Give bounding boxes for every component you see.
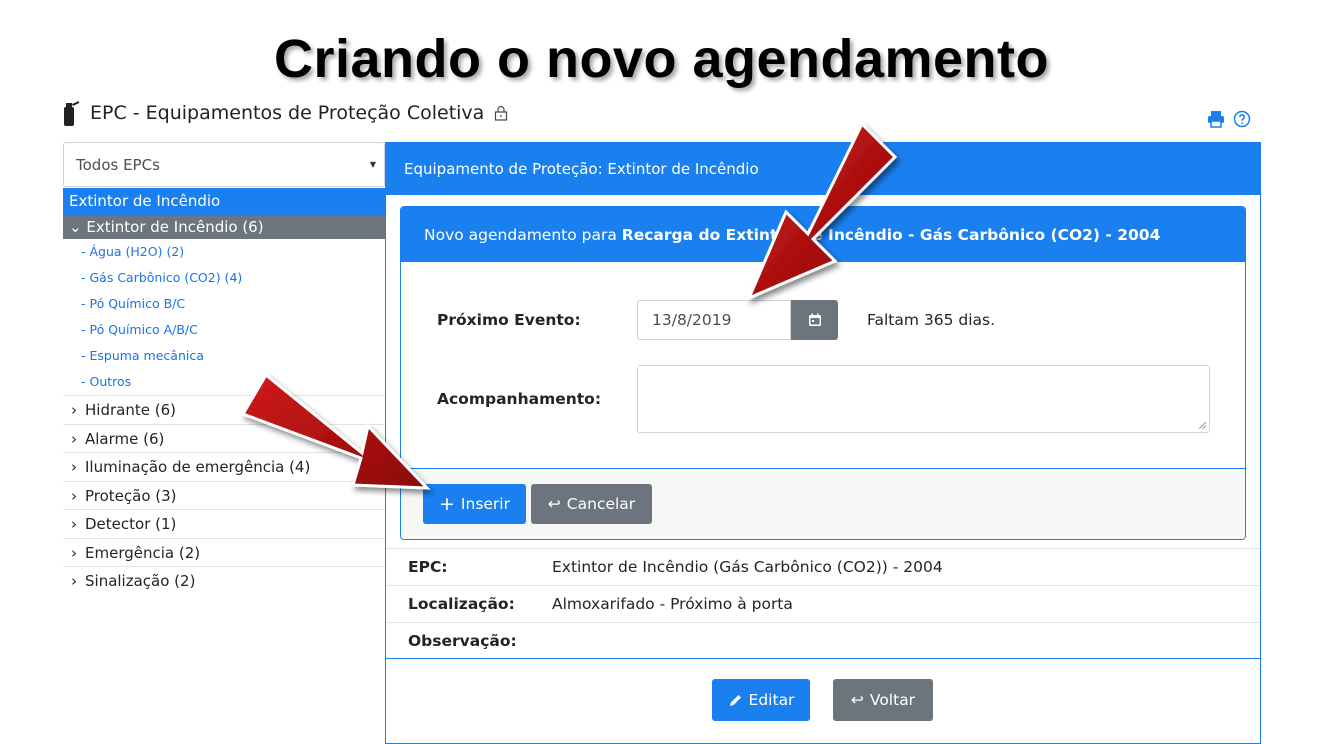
sidebar-subitem[interactable]: - Outros [63, 369, 385, 395]
card-footer: + Inserir ↩ Cancelar [401, 468, 1245, 539]
info-row-observacao: Observação: [386, 622, 1260, 659]
info-value: Extintor de Incêndio (Gás Carbônico (CO2… [552, 558, 943, 576]
sidebar-group-label: Hidrante (6) [85, 401, 176, 419]
cancelar-button[interactable]: ↩ Cancelar [531, 484, 652, 524]
voltar-button[interactable]: ↩ Voltar [833, 679, 933, 721]
caret-down-icon: ▼ [369, 160, 376, 169]
card-header: Novo agendamento para Recarga do Extinto… [401, 207, 1245, 262]
proximo-evento-label: Próximo Evento: [437, 311, 581, 329]
editar-label: Editar [748, 691, 795, 709]
voltar-label: Voltar [869, 691, 916, 709]
acompanhamento-row: Acompanhamento: [401, 365, 1245, 433]
sidebar-group-item[interactable]: › Emergência (2) [63, 537, 385, 567]
sidebar-group-active[interactable]: ⌄ Extintor de Incêndio (6) [63, 215, 385, 239]
chevron-right-icon: › [71, 458, 77, 476]
main-panel: Equipamento de Proteção: Extintor de Inc… [385, 142, 1261, 744]
sidebar-group-label: Proteção (3) [85, 486, 177, 505]
sidebar-group-label: Detector (1) [85, 515, 177, 533]
sidebar-group-label: Iluminação de emergência (4) [85, 458, 311, 476]
acompanhamento-textarea[interactable] [637, 365, 1210, 433]
chevron-right-icon: › [71, 429, 77, 448]
sidebar-group-item[interactable]: › Iluminação de emergência (4) [63, 452, 385, 481]
info-row-epc: EPC: Extintor de Incêndio (Gás Carbônico… [386, 548, 1260, 585]
print-icon[interactable] [1207, 110, 1225, 128]
sidebar-group-item[interactable]: › Detector (1) [63, 509, 385, 538]
lock-icon[interactable] [494, 105, 508, 121]
info-value: Almoxarifado - Próximo à porta [552, 595, 793, 613]
inserir-button[interactable]: + Inserir [423, 484, 526, 524]
sidebar-group-label: Extintor de Incêndio (6) [86, 218, 264, 236]
sidebar: Todos EPCs ▼ Extintor de Incêndio ⌄ Exti… [63, 142, 385, 595]
proximo-evento-row: Próximo Evento: 13/8/2019 Faltam 365 dia… [401, 300, 1245, 340]
sidebar-subitem[interactable]: - Espuma mecânica [63, 343, 385, 369]
info-label: Observação: [408, 631, 517, 650]
sidebar-group-label: Alarme (6) [85, 429, 165, 448]
chevron-right-icon: › [71, 543, 77, 562]
sidebar-group-item[interactable]: › Proteção (3) [63, 480, 385, 510]
resize-grip-icon[interactable] [1198, 421, 1206, 429]
sidebar-subitem[interactable]: - Gás Carbônico (CO2) (4) [63, 265, 385, 291]
info-table: EPC: Extintor de Incêndio (Gás Carbônico… [386, 548, 1260, 659]
calendar-icon [808, 313, 821, 326]
days-remaining-text: Faltam 365 dias. [867, 311, 996, 329]
app-header: EPC - Equipamentos de Proteção Coletiva [60, 96, 508, 130]
return-icon: ↩ [850, 691, 864, 709]
card-title-prefix: Novo agendamento para [424, 225, 622, 244]
sidebar-subitem[interactable]: - Pó Químico B/C [63, 291, 385, 317]
schedule-card: Novo agendamento para Recarga do Extinto… [400, 206, 1246, 540]
top-toolbar [1207, 110, 1251, 128]
page-title: EPC - Equipamentos de Proteção Coletiva [90, 102, 485, 124]
info-label: EPC: [408, 558, 448, 576]
main-header: Equipamento de Proteção: Extintor de Inc… [386, 143, 1260, 195]
return-icon: ↩ [547, 495, 561, 513]
inserir-label: Inserir [460, 495, 510, 513]
info-row-localizacao: Localização: Almoxarifado - Próximo à po… [386, 585, 1260, 622]
chevron-right-icon: › [71, 572, 77, 590]
chevron-right-icon: › [71, 401, 77, 419]
epc-filter-select[interactable]: Todos EPCs ▼ [63, 142, 385, 187]
sidebar-group-item[interactable]: › Alarme (6) [63, 423, 385, 453]
chevron-right-icon: › [71, 515, 77, 533]
sidebar-group-label: Sinalização (2) [85, 572, 196, 590]
sidebar-subitem[interactable]: - Pó Químico A/B/C [63, 317, 385, 343]
sidebar-group-label: Emergência (2) [85, 543, 201, 562]
card-title-bold: Recarga do Extintor de Incêndio - Gás Ca… [621, 225, 1161, 244]
calendar-button[interactable] [791, 300, 838, 340]
sidebar-group-item[interactable]: › Sinalização (2) [63, 566, 385, 595]
sidebar-subitem[interactable]: - Água (H2O) (2) [63, 239, 385, 265]
extinguisher-icon [64, 101, 79, 126]
help-icon[interactable] [1233, 110, 1251, 128]
plus-icon: + [439, 493, 455, 515]
acompanhamento-label: Acompanhamento: [437, 390, 602, 408]
chevron-down-icon: ⌄ [69, 218, 82, 236]
sidebar-category-header[interactable]: Extintor de Incêndio [63, 188, 385, 215]
pencil-icon [729, 694, 741, 706]
info-label: Localização: [408, 595, 515, 613]
sidebar-group-item[interactable]: › Hidrante (6) [63, 395, 385, 424]
slide-title: Criando o novo agendamento [273, 29, 1050, 89]
chevron-right-icon: › [71, 486, 77, 505]
cancelar-label: Cancelar [566, 495, 636, 513]
date-input[interactable]: 13/8/2019 [637, 300, 791, 340]
epc-filter-value: Todos EPCs [76, 155, 160, 174]
editar-button[interactable]: Editar [712, 679, 810, 721]
